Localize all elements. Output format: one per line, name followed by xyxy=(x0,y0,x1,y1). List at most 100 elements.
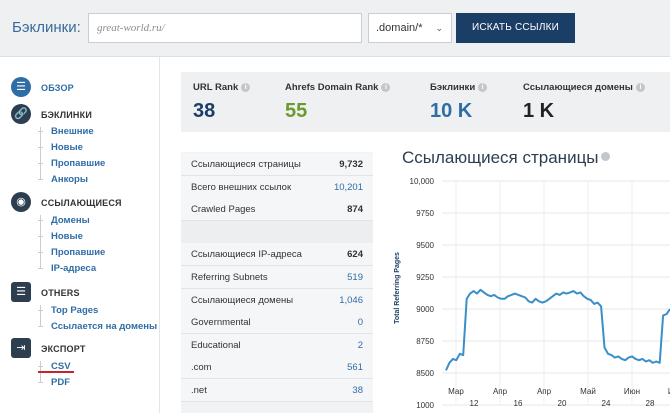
stats-row-label: Ссылающиеся IP-адреса xyxy=(191,249,302,261)
metric-value-url-rank: 38 xyxy=(193,100,216,122)
y-tick-label: 10,000 xyxy=(410,177,435,186)
y-tick-label: 8500 xyxy=(416,369,434,378)
sidebar-item-overview[interactable]: ОБЗОР xyxy=(41,83,74,93)
y-tick-label: 1000 xyxy=(416,401,434,410)
chart-title: Ссылающиеся страницы xyxy=(402,148,610,168)
metric-referring-domains: Ссылающиеся домены i 1 K xyxy=(523,82,645,123)
stats-row: Governmental 0 xyxy=(181,311,373,335)
stats-row-value[interactable]: 2 xyxy=(358,340,363,351)
metrics-panel: URL Rank i 38 Ahrefs Domain Rank i 55 Бэкл… xyxy=(181,72,670,132)
sidebar-item-linked-domains[interactable]: Ссылается на домены xyxy=(51,321,157,332)
mode-select-value: .domain/* xyxy=(376,22,423,34)
info-icon[interactable]: i xyxy=(241,83,251,92)
layers-icon: ☰ xyxy=(11,77,31,97)
sidebar-item-domains[interactable]: Домены xyxy=(51,215,90,226)
link-icon: 🔗 xyxy=(11,104,31,124)
sidebar-item-lost-domains[interactable]: Пропавшие xyxy=(51,247,105,258)
y-tick-label: 9750 xyxy=(416,209,434,218)
section-title-export: ЭКСПОРТ xyxy=(41,344,86,354)
stats-row: Crawled Pages 874 xyxy=(181,198,373,222)
info-icon[interactable]: i xyxy=(381,83,391,92)
stats-row-value[interactable]: 38 xyxy=(352,385,363,396)
sidebar-item-anchors[interactable]: Анкоры xyxy=(51,174,88,185)
stats-row-label: Crawled Pages xyxy=(191,204,256,216)
sidebar-item-lost-backlinks[interactable]: Пропавшие xyxy=(51,158,105,169)
stats-row-label: Ссылающиеся домены xyxy=(191,294,294,306)
stats-row: Ссылающиеся страницы 9,732 xyxy=(181,153,373,176)
mode-select[interactable]: .domain/* ⌄ xyxy=(368,13,452,43)
metric-label: Бэклинки xyxy=(430,82,476,93)
x-tick-label-month: Апр xyxy=(537,387,552,396)
x-tick-label-month: Май xyxy=(580,387,596,396)
metric-url-rank: URL Rank i 38 xyxy=(193,82,251,123)
metric-label: URL Rank xyxy=(193,82,239,93)
search-links-button[interactable]: ИСКАТЬ ССЫЛКИ xyxy=(456,13,575,43)
metric-label: Ahrefs Domain Rank xyxy=(285,82,379,93)
metric-backlinks: Бэклинки i 10 K xyxy=(430,82,488,123)
sidebar-item-new-domains[interactable]: Новые xyxy=(51,231,83,242)
x-tick-label-month: Мар xyxy=(448,387,464,396)
stats-table: Ссылающиеся страницы 9,732 Всего внешних с… xyxy=(181,152,373,413)
x-tick-label-month: Апр xyxy=(493,387,508,396)
sidebar-item-external[interactable]: Внешние xyxy=(51,126,94,137)
stats-row: .com 561 xyxy=(181,356,373,380)
x-tick-label-day: 24 xyxy=(602,399,611,408)
stats-row: Ссылающиеся IP-адреса 624 xyxy=(181,243,373,267)
stats-row-label: Всего внешних ссылок xyxy=(191,181,292,193)
stats-row-value[interactable]: 1,046 xyxy=(339,295,363,306)
stats-row xyxy=(181,220,373,244)
stats-row-value: 874 xyxy=(347,204,363,216)
search-label: Бэклинки: xyxy=(12,19,81,36)
stats-row-label: .net xyxy=(191,385,207,396)
chart-title-text: Ссылающиеся страницы xyxy=(402,148,599,167)
sidebar: ☰ ОБЗОР 🔗 БЭКЛИНКИ Внешние Новые Пропавш… xyxy=(0,57,160,413)
sidebar-item-new-backlinks[interactable]: Новые xyxy=(51,142,83,153)
stats-row-label: Governmental xyxy=(191,317,251,329)
x-tick-label-day: 12 xyxy=(470,399,479,408)
info-icon[interactable]: i xyxy=(635,83,645,92)
export-pdf-link[interactable]: PDF xyxy=(51,377,70,388)
y-tick-label: 8750 xyxy=(416,337,434,346)
stats-row-label: .com xyxy=(191,362,212,374)
globe-icon: ◉ xyxy=(11,192,31,212)
y-tick-label: 9250 xyxy=(416,273,434,282)
search-bar: Бэклинки: great-world.ru/ .domain/* ⌄ ИС… xyxy=(0,0,670,57)
metric-value-backlinks: 10 K xyxy=(430,100,473,122)
metric-value-domain-rank: 55 xyxy=(285,100,308,122)
stats-row-value: 9,732 xyxy=(339,159,363,170)
y-tick-label: 9000 xyxy=(416,305,434,314)
x-tick-label-month: Июн xyxy=(624,387,640,396)
csv-highlight-underline xyxy=(38,371,74,373)
info-icon[interactable] xyxy=(600,152,610,161)
x-tick-label-day: 28 xyxy=(646,399,655,408)
stats-row: Всего внешних ссылок 10,201 xyxy=(181,175,373,199)
stats-row-label: Referring Subnets xyxy=(191,272,268,283)
stats-row: Ссылающиеся домены 1,046 xyxy=(181,288,373,312)
x-tick-label-day: 16 xyxy=(514,399,523,408)
stats-row-value[interactable]: 0 xyxy=(358,317,363,328)
metric-domain-rank: Ahrefs Domain Rank i 55 xyxy=(285,82,391,123)
stats-row-label: Educational xyxy=(191,339,241,351)
stats-row-value: 624 xyxy=(347,249,363,261)
url-input[interactable]: great-world.ru/ xyxy=(88,13,362,43)
section-title-referring: ССЫЛАЮЩИЕСЯ xyxy=(41,198,122,208)
stats-row-label: Ссылающиеся страницы xyxy=(191,159,301,170)
referring-pages-chart: 10,000 9750 9500 9250 9000 8750 8500 1000 Total … xyxy=(394,177,670,410)
stats-row: Referring Subnets 519 xyxy=(181,266,373,289)
sidebar-item-ip-addresses[interactable]: IP-адреса xyxy=(51,263,96,274)
chevron-down-icon: ⌄ xyxy=(435,23,443,33)
stats-row-value[interactable]: 10,201 xyxy=(334,182,363,193)
stats-row-value[interactable]: 561 xyxy=(347,362,363,373)
list-icon: ☰ xyxy=(11,282,31,302)
stats-row-value[interactable]: 519 xyxy=(347,272,363,283)
metric-label: Ссылающиеся домены xyxy=(523,82,633,93)
metric-value-referring-domains: 1 K xyxy=(523,100,555,122)
series-line xyxy=(445,288,670,371)
section-title-others: OTHERS xyxy=(41,288,80,298)
stats-row: Educational 2 xyxy=(181,333,373,357)
sidebar-item-top-pages[interactable]: Top Pages xyxy=(51,305,98,316)
stats-row: .net 38 xyxy=(181,379,373,402)
export-icon: ⇥ xyxy=(11,338,31,358)
info-icon[interactable]: i xyxy=(478,83,488,92)
section-title-backlinks: БЭКЛИНКИ xyxy=(41,110,92,120)
